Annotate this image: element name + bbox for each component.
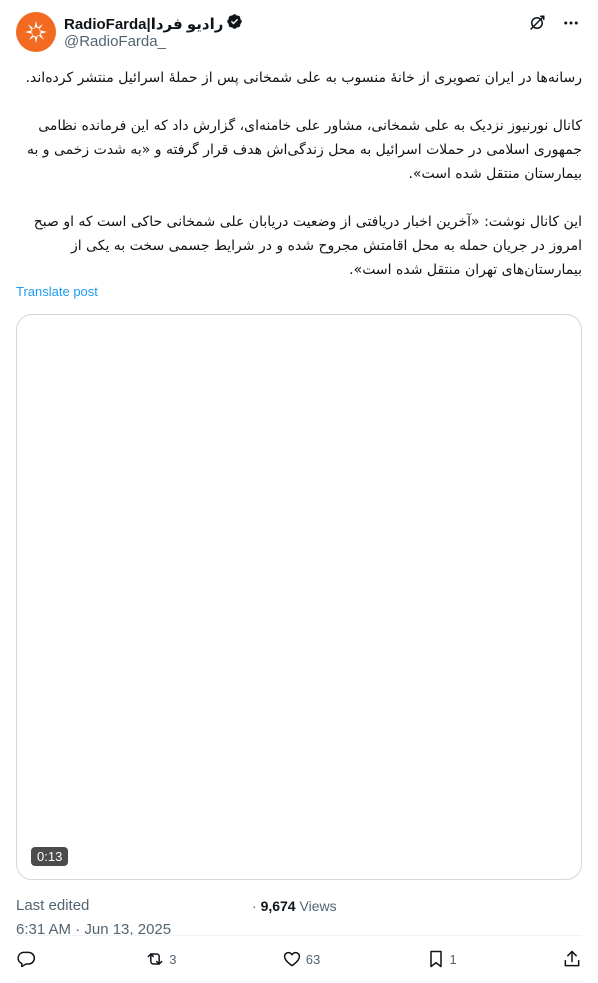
display-name[interactable]: RadioFarda|رادیو فردا xyxy=(64,15,223,33)
views-label: Views xyxy=(299,898,337,914)
repost-button[interactable]: 3 xyxy=(145,949,177,969)
divider xyxy=(16,935,582,936)
reply-icon xyxy=(17,951,36,968)
share-icon xyxy=(564,950,580,967)
post-paragraph: این کانال نوشت: «آخرین اخبار دریافتی از … xyxy=(33,214,582,278)
repost-count: 3 xyxy=(169,951,177,967)
translate-post-link[interactable]: Translate post xyxy=(16,284,98,299)
repost-icon xyxy=(147,953,163,965)
divider xyxy=(16,981,582,982)
avatar[interactable] xyxy=(16,12,56,52)
post-text: رسانه‌ها در ایران تصویری از خانهٔ منسوب … xyxy=(16,66,582,282)
action-bar: 3 63 1 xyxy=(16,946,582,972)
views-count[interactable]: · 9,674 Views xyxy=(252,898,337,914)
radiofarda-logo-icon xyxy=(25,21,47,43)
video-duration-badge: 0:13 xyxy=(31,847,69,866)
video-player[interactable]: 0:13 xyxy=(16,314,582,880)
author-name-row[interactable]: RadioFarda|رادیو فردا xyxy=(64,13,243,35)
bookmark-button[interactable]: 1 xyxy=(426,949,457,969)
last-edited-label[interactable]: Last edited xyxy=(16,897,89,914)
like-count: 63 xyxy=(305,951,321,967)
views-separator: · xyxy=(252,898,257,914)
post-paragraph: کانال نورنیوز نزدیک به علی شمخانی، مشاور… xyxy=(26,118,582,182)
like-button[interactable]: 63 xyxy=(282,949,320,969)
grok-icon[interactable] xyxy=(526,12,548,34)
views-number: 9,674 xyxy=(260,898,296,914)
share-button[interactable] xyxy=(562,949,582,969)
account-handle[interactable]: @RadioFarda_ xyxy=(64,33,166,50)
heart-icon xyxy=(283,951,300,967)
post-header-actions xyxy=(526,12,582,34)
bookmark-count: 1 xyxy=(449,951,457,967)
more-options-icon[interactable] xyxy=(560,12,582,34)
verified-badge-icon xyxy=(226,13,243,35)
post-paragraph: رسانه‌ها در ایران تصویری از خانهٔ منسوب … xyxy=(25,70,582,86)
bookmark-icon xyxy=(429,950,442,968)
reply-button[interactable] xyxy=(16,949,40,969)
